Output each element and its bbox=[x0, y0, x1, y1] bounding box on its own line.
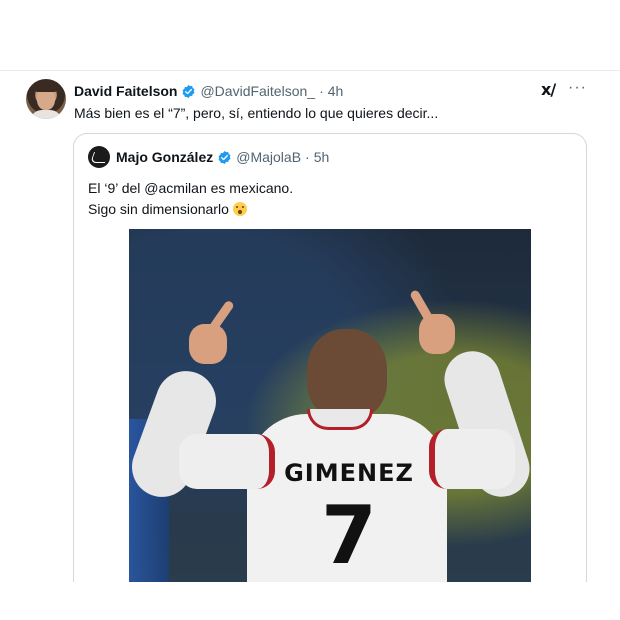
quoted-tweet-header: Majo González @MajolaB · 5h bbox=[116, 148, 329, 166]
author-avatar[interactable] bbox=[26, 79, 66, 119]
verified-badge-icon bbox=[183, 84, 195, 98]
quoted-tweet-timestamp[interactable]: 5h bbox=[314, 149, 330, 165]
quoted-author-handle[interactable]: @MajolaB bbox=[236, 149, 301, 165]
tweet[interactable]: David Faitelson @DavidFaitelson_ · 4h x/… bbox=[0, 70, 620, 582]
quoted-author-name[interactable]: Majo González bbox=[116, 149, 213, 165]
tweet-timestamp[interactable]: 4h bbox=[328, 83, 344, 99]
quoted-tweet[interactable]: Majo González @MajolaB · 5h El ‘9’ del @… bbox=[73, 133, 587, 582]
quoted-text-line: El ‘9’ del @acmilan es mexicano. bbox=[88, 180, 294, 196]
quoted-tweet-text: El ‘9’ del @acmilan es mexicano. Sigo si… bbox=[88, 178, 293, 220]
separator-dot: · bbox=[305, 149, 310, 165]
jersey-number: 7 bbox=[321, 489, 377, 582]
separator-dot: · bbox=[319, 83, 324, 99]
tweet-text: Más bien es el “7”, pero, sí, entiendo l… bbox=[74, 105, 439, 121]
grok-icon[interactable]: x/ bbox=[541, 80, 561, 100]
author-handle[interactable]: @DavidFaitelson_ bbox=[200, 83, 315, 99]
verified-badge-icon bbox=[218, 150, 231, 164]
quoted-author-avatar[interactable] bbox=[88, 146, 110, 168]
author-name[interactable]: David Faitelson bbox=[74, 83, 177, 99]
more-icon[interactable]: ··· bbox=[568, 80, 586, 100]
tweet-photo[interactable]: GIMENEZ 7 bbox=[129, 229, 531, 582]
quoted-text-line: Sigo sin dimensionarlo bbox=[88, 199, 293, 220]
astonished-face-emoji-icon bbox=[232, 202, 247, 216]
tweet-header: David Faitelson @DavidFaitelson_ · 4h bbox=[74, 81, 343, 101]
jersey-name: GIMENEZ bbox=[284, 459, 414, 487]
